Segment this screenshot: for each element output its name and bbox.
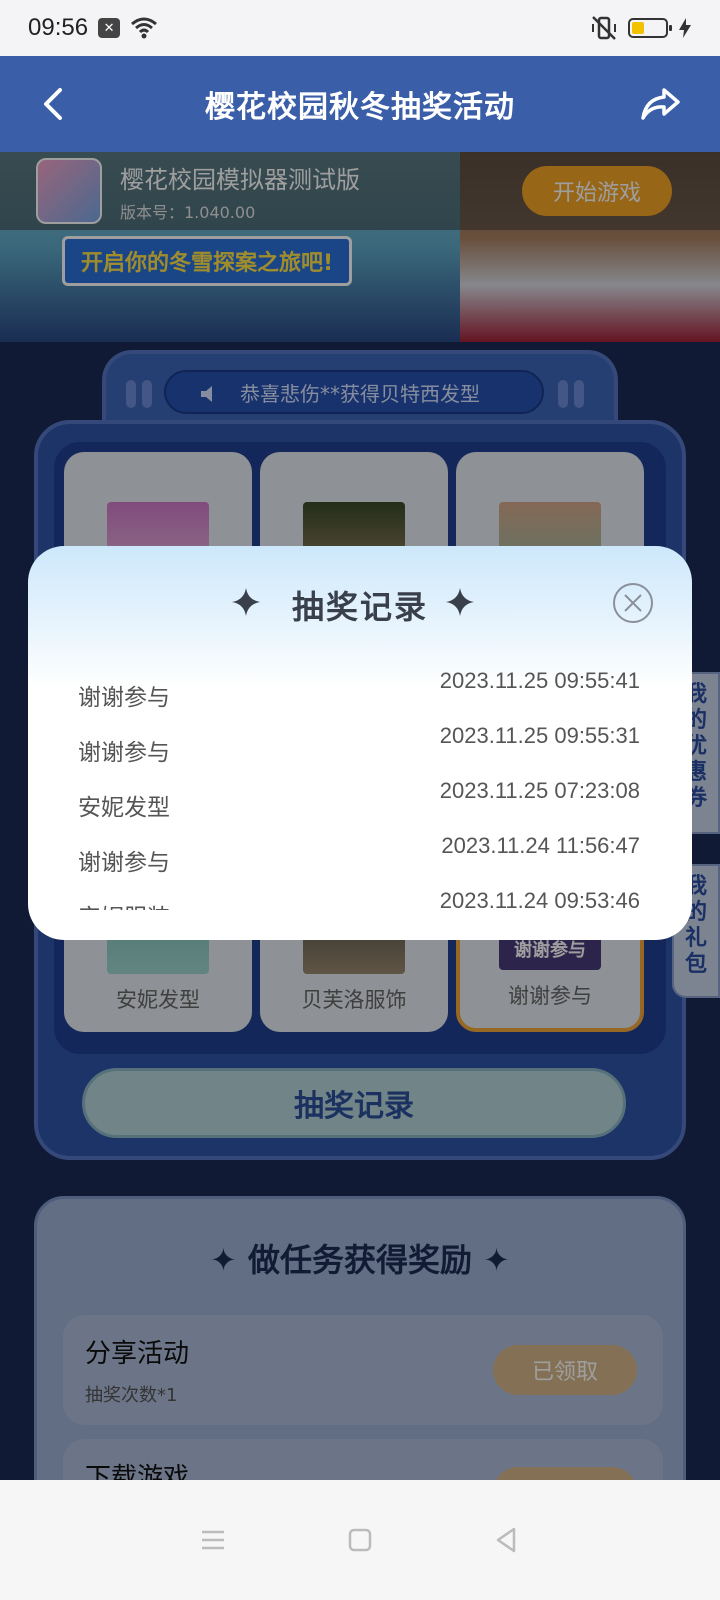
record-time: 2023.11.25 09:55:41 [439, 668, 640, 693]
close-icon[interactable] [612, 582, 654, 624]
record-prize: 谢谢参与 [78, 685, 170, 711]
charging-icon [679, 18, 691, 38]
modal-title: 抽奖记录 [291, 588, 428, 626]
home-icon[interactable] [343, 1523, 377, 1557]
battery-icon [628, 18, 672, 38]
share-icon[interactable] [638, 82, 682, 126]
mute-vibrate-icon [592, 16, 616, 40]
lottery-record-modal: 抽奖记录 谢谢参与 2023.11.25 09:55:41 谢谢参与 2023.11… [28, 546, 692, 940]
app-header: 樱花校园秋冬抽奖活动 [0, 56, 720, 152]
sparkle-icon [446, 588, 474, 616]
record-row: 谢谢参与 2023.11.24 11:56:47 [78, 829, 640, 884]
record-time: 2023.11.25 07:23:08 [439, 778, 640, 803]
notification-icon: ✕ [98, 18, 121, 38]
record-time: 2023.11.25 09:55:31 [439, 723, 640, 748]
back-arrow-icon[interactable] [34, 84, 74, 124]
status-bar: 09:56 ✕ [0, 0, 720, 56]
back-icon[interactable] [490, 1523, 524, 1557]
record-row: 安妮发型 2023.11.25 07:23:08 [78, 774, 640, 829]
system-nav-bar [0, 1480, 720, 1600]
record-time: 2023.11.24 09:53:46 [439, 888, 640, 910]
record-list[interactable]: 谢谢参与 2023.11.25 09:55:41 谢谢参与 2023.11.25 0… [78, 664, 640, 910]
menu-icon[interactable] [196, 1523, 230, 1557]
page-title: 樱花校园秋冬抽奖活动 [205, 90, 515, 125]
record-prize: 安妮服装 [78, 898, 170, 910]
status-time: 09:56 [28, 14, 89, 41]
record-row: 谢谢参与 2023.11.25 09:55:41 [78, 664, 640, 719]
record-row: 安妮服装 2023.11.24 09:53:46 [78, 884, 640, 910]
wifi-icon [131, 17, 158, 39]
record-prize: 谢谢参与 [78, 740, 170, 766]
record-prize: 安妮发型 [78, 795, 170, 821]
record-time: 2023.11.24 11:56:47 [441, 833, 640, 858]
record-prize: 谢谢参与 [78, 850, 170, 876]
record-row: 谢谢参与 2023.11.25 09:55:31 [78, 719, 640, 774]
